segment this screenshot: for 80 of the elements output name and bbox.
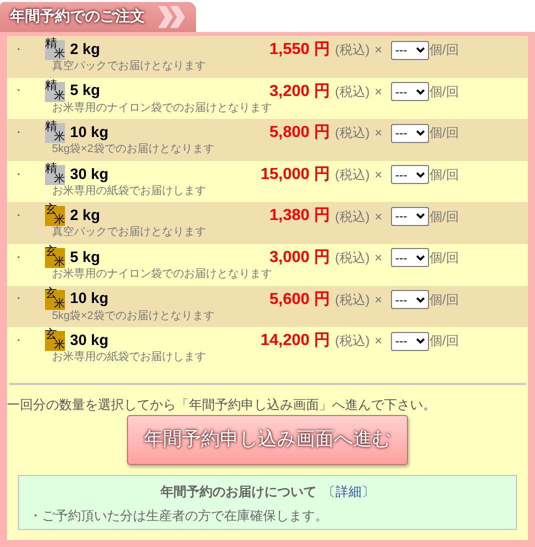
tax-note: (税込): [335, 166, 370, 184]
unit-label: 個/回: [429, 332, 459, 350]
chevron-down-icon: [416, 338, 426, 344]
price: 3,000 円: [268, 248, 330, 268]
chevron-down-icon: [416, 213, 426, 220]
chevrons-icon: [158, 6, 188, 28]
bullet: ・: [12, 42, 25, 58]
rice-type-badge: 精 米: [45, 164, 65, 185]
multiply-sign: ×: [374, 41, 382, 60]
multiply-sign: ×: [374, 82, 382, 101]
bullet: ・: [12, 168, 25, 183]
unit-label: 個/回: [429, 290, 459, 309]
unit-label: 個/回: [429, 249, 459, 268]
weight-label: 5 kg: [70, 248, 102, 268]
multiply-sign: ×: [374, 208, 382, 226]
quantity-select[interactable]: ---: [391, 248, 430, 268]
chevron-down-icon: [416, 296, 426, 303]
delivery-note: お米専用のナイロン袋でのお届けとなります: [52, 268, 273, 281]
tax-note: (税込): [335, 208, 370, 226]
quantity-select[interactable]: ---: [391, 165, 430, 184]
tax-note: (税込): [335, 82, 370, 101]
tax-note: (税込): [335, 249, 370, 268]
delivery-note: お米専用のナイロン袋でのお届けとなります: [52, 102, 273, 115]
delivery-note: 真空パックでお届けとなります: [52, 226, 207, 240]
price: 14,200 円: [260, 331, 330, 352]
bullet: ・: [12, 84, 25, 100]
delivery-note: 5kg袋×2袋でのお届けとなります: [52, 310, 216, 323]
info-text: ・ご予約頂いた分は生産者の方で在庫確保します。: [29, 507, 329, 526]
bullet: ・: [12, 209, 25, 224]
delivery-note: お米専用の紙袋でお届けします: [52, 351, 207, 364]
delivery-note: 真空パックでお届けとなります: [52, 60, 207, 73]
weight-label: 2 kg: [70, 206, 102, 226]
section-title: 年間予約でのご注文: [10, 6, 145, 27]
quantity-select[interactable]: ---: [391, 40, 430, 60]
chevron-down-icon: [416, 47, 426, 53]
quantity-select[interactable]: ---: [391, 124, 430, 143]
chevron-down-icon: [416, 130, 426, 136]
bullet: ・: [12, 250, 25, 266]
quantity-select[interactable]: ---: [391, 82, 430, 102]
weight-label: 2 kg: [70, 40, 102, 60]
price: 1,380 円: [268, 206, 330, 226]
bullet: ・: [12, 292, 25, 308]
multiply-sign: ×: [374, 124, 382, 142]
tax-note: (税込): [335, 332, 370, 350]
price: 15,000 円: [260, 164, 330, 185]
quantity-select[interactable]: ---: [391, 206, 430, 226]
rice-type-badge: 精 米: [45, 82, 65, 102]
tax-note: (税込): [335, 290, 370, 309]
multiply-sign: ×: [374, 166, 382, 184]
quantity-select[interactable]: ---: [391, 332, 430, 351]
chevron-down-icon: [416, 254, 426, 261]
unit-label: 個/回: [429, 166, 459, 184]
bullet: ・: [12, 126, 25, 141]
quantity-select[interactable]: ---: [391, 290, 430, 310]
unit-label: 個/回: [429, 82, 459, 101]
instruction-text: 一回分の数量を選択してから「年間予約申し込み画面」へ進んで下さい。: [7, 396, 437, 413]
price: 5,800 円: [268, 123, 330, 144]
weight-label: 30 kg: [70, 164, 110, 184]
weight-label: 5 kg: [70, 81, 102, 102]
weight-label: 10 kg: [70, 289, 110, 310]
chevron-down-icon: [416, 172, 426, 178]
info-title: 年間予約のお届けについて: [160, 482, 316, 501]
weight-label: 10 kg: [70, 122, 110, 143]
weight-label: 30 kg: [70, 330, 110, 350]
delivery-note: 5kg袋×2袋でのお届けとなります: [52, 143, 216, 156]
price: 1,550 円: [268, 40, 330, 60]
chevron-down-icon: [416, 88, 426, 95]
unit-label: 個/回: [429, 124, 459, 142]
unit-label: 個/回: [429, 41, 459, 60]
multiply-sign: ×: [374, 290, 382, 309]
delivery-note: お米専用の紙袋でお届けします: [52, 184, 207, 198]
tax-note: (税込): [335, 124, 370, 142]
details-link[interactable]: 〔詳細〕: [322, 482, 374, 502]
unit-label: 個/回: [429, 208, 459, 226]
multiply-sign: ×: [374, 332, 382, 350]
price: 5,600 円: [268, 290, 330, 310]
bullet: ・: [12, 334, 25, 349]
tax-note: (税込): [335, 41, 370, 60]
price: 3,200 円: [268, 82, 330, 102]
multiply-sign: ×: [374, 249, 382, 268]
